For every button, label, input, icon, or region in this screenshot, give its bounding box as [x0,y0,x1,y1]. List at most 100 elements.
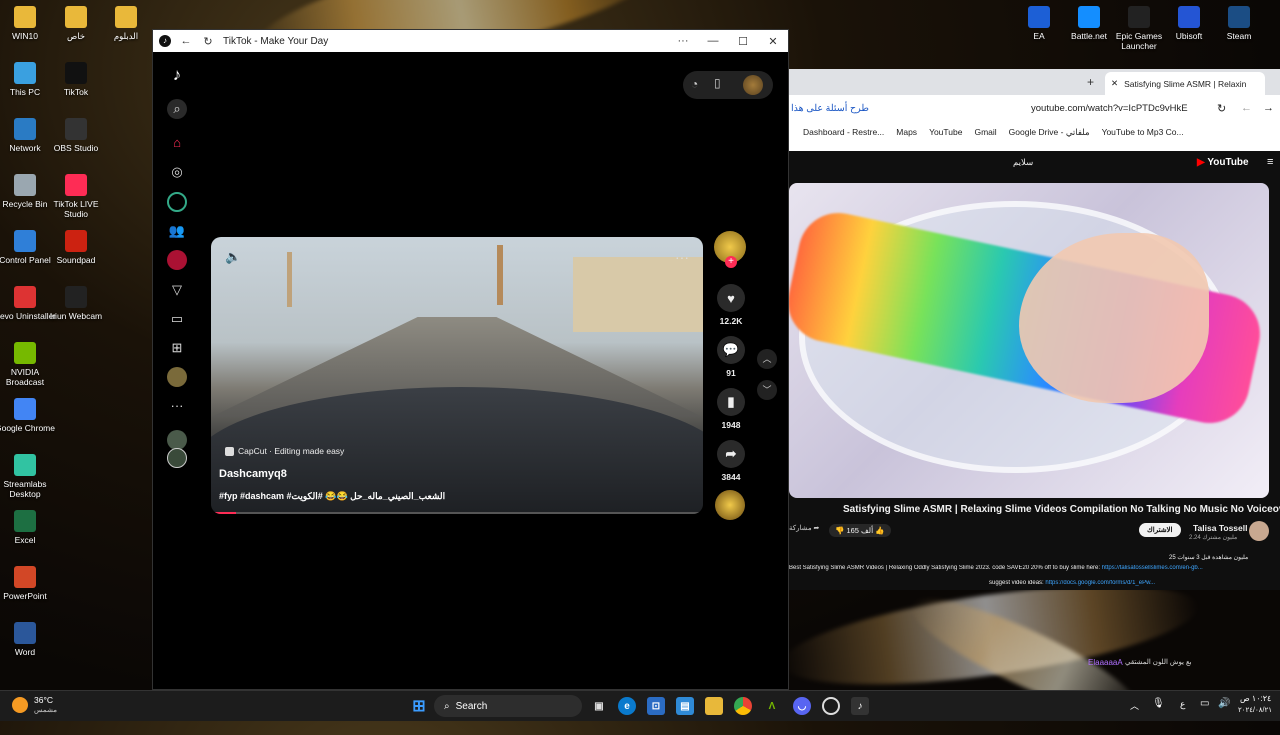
desktop-icon[interactable]: الدبلوم [92,6,160,41]
filter-icon[interactable]: ▽ [167,280,187,300]
desktop-icon[interactable]: Iriun Webcam [42,286,110,321]
task-view-icon[interactable]: ▣ [590,697,608,715]
video-author[interactable]: Dashcamyq8 [219,468,287,480]
bookmark-item[interactable]: Gmail [974,127,996,145]
language-indicator[interactable]: ع [1180,699,1185,710]
desktop-icon[interactable]: OBS Studio [42,118,110,153]
save-action[interactable]: ▮ 1948 [715,388,747,430]
active-tab[interactable]: ✕ Satisfying Slime ASMR | Relaxin [1105,72,1265,95]
file-explorer-icon[interactable] [705,697,723,715]
desktop-icon[interactable]: Google Chrome [0,398,59,433]
messages-icon[interactable]: ▭ [167,309,187,329]
bookmark-icon[interactable]: ▮ [717,388,745,416]
maximize-icon[interactable]: ☐ [728,35,758,48]
more-icon[interactable]: ··· [167,395,187,415]
youtube-logo[interactable]: ▶ YouTube [1197,157,1249,168]
compass-icon[interactable]: ◔ [691,77,698,91]
desktop-icon[interactable]: TikTok [42,62,110,97]
forward-icon[interactable]: → [1263,102,1274,114]
video-caption[interactable]: #fyp #dashcam #الشعب_الصيني_ماله_حل 😂😂 #… [219,491,445,502]
video-player[interactable]: 🔈 ··· CapCut · Editing made easy Dashcam… [211,237,703,514]
share-arrow-icon[interactable]: ➦ [814,525,820,532]
clock-time[interactable]: ١٠:٢٤ ص [1240,694,1271,703]
like-action[interactable]: ♥ 12.2K [715,284,747,326]
explore-icon[interactable]: ◎ [167,162,187,182]
tiktok-titlebar[interactable]: ♪ ← ↻ TikTok - Make Your Day ··· — ☐ ✕ [153,30,788,52]
desktop-icon[interactable]: Soundpad [42,230,110,265]
follow-plus-icon[interactable]: + [725,256,737,268]
progress-bar[interactable] [211,512,703,514]
reload-icon[interactable]: ↻ [197,35,219,48]
store-icon[interactable]: ⊡ [647,697,665,715]
tiktok-taskbar-icon[interactable]: ♪ [851,697,869,715]
prev-video-button[interactable]: ︿ [757,349,777,369]
bookmark-item[interactable]: Google Drive - ملفاتي [1009,127,1090,145]
profile-avatar-icon[interactable] [167,367,187,387]
share-button[interactable]: مشاركة ➦ [789,524,821,532]
desktop-icon[interactable]: Steam [1205,6,1273,41]
photos-icon[interactable]: ▤ [676,697,694,715]
next-video-button[interactable]: ﹀ [757,380,777,400]
bookmark-item[interactable]: Dashboard - Restre... [803,127,884,145]
description-link[interactable]: https://talisatossellslimes.com/en-gb... [1102,565,1203,571]
yt-search-text[interactable]: سلايم [1013,157,1033,168]
desktop-icon[interactable]: NVIDIA Broadcast [0,342,59,387]
bookmark-item[interactable]: YouTube to Mp3 Co... [1102,127,1184,145]
like-button[interactable]: 👎 165 ألف 👍 [829,524,891,537]
dislike-icon[interactable]: 👎 [835,526,844,535]
tiktok-window[interactable]: ♪ ← ↻ TikTok - Make Your Day ··· — ☐ ✕ ♪… [152,29,789,690]
desktop-icon[interactable]: Streamlabs Desktop [0,454,59,499]
minimize-icon[interactable]: — [698,35,728,47]
description-link[interactable]: https://docs.google.com/forms/d/1_ePw... [1045,580,1155,586]
menu-icon[interactable]: ··· [668,35,698,47]
device-icon[interactable]: ▯ [714,76,721,90]
edge-icon[interactable]: e [618,697,636,715]
chrome-window[interactable]: + ✕ Satisfying Slime ASMR | Relaxin طرح … [789,69,1280,590]
live-avatar-icon[interactable] [167,192,187,212]
video-more-button[interactable]: ··· [675,249,689,265]
network-icon[interactable]: ▭ [1200,698,1209,709]
close-tab-icon[interactable]: ✕ [1111,78,1118,89]
share-icon[interactable]: ➦ [717,440,745,468]
nvidia-icon[interactable]: Λ [763,697,781,715]
heart-icon[interactable]: ♥ [717,284,745,312]
search-icon[interactable]: ⌕ [167,99,187,119]
reload-icon[interactable]: ↻ [1217,102,1226,115]
clock-date[interactable]: ٢٠٢٤/٠٨/٢١ [1238,706,1272,714]
channel-name[interactable]: Talisa Tossell [1193,523,1248,533]
volume-icon[interactable]: 🔊 [1218,698,1230,709]
account-avatar-icon[interactable] [167,448,187,468]
upload-icon[interactable]: ⊞ [167,338,187,358]
chrome-icon[interactable] [734,697,752,715]
windows-start-icon[interactable]: ⊞ [410,697,428,715]
yt-video-thumbnail[interactable] [789,183,1269,498]
discord-icon[interactable]: ◡ [793,697,811,715]
bookmark-item[interactable]: YouTube [929,127,962,145]
share-action[interactable]: ➦ 3844 [715,440,747,482]
weather-temp[interactable]: 36°C [34,695,53,705]
back-icon[interactable]: ← [1241,102,1252,114]
weather-icon[interactable] [12,697,28,713]
close-icon[interactable]: ✕ [758,35,788,48]
obs-icon[interactable] [822,697,840,715]
url-field[interactable]: youtube.com/watch?v=IcPTDc9vHkE [1031,103,1188,114]
menu-icon[interactable]: ≡ [1267,156,1273,168]
desktop-icon[interactable]: Excel [0,510,59,545]
home-icon[interactable]: ⌂ [167,132,187,152]
user-avatar[interactable] [743,75,763,95]
tray-chevron-icon[interactable]: ︿ [1130,699,1139,712]
desktop-icon[interactable]: PowerPoint [0,566,59,601]
new-tab-icon[interactable]: + [1087,75,1094,89]
speaker-icon[interactable]: 🔈 [225,249,241,265]
friends-avatar-icon[interactable] [167,250,187,270]
desktop-icon[interactable]: Word [0,622,59,657]
mic-icon[interactable]: 🎙 [1152,698,1165,709]
comment-action[interactable]: 💬 91 [715,336,747,378]
music-disc-icon[interactable] [715,490,745,520]
back-icon[interactable]: ← [175,35,197,47]
subscribe-button[interactable]: الاشتراك [1139,523,1181,537]
account-avatar-icon[interactable] [167,430,187,450]
search-chip[interactable]: طرح أسئلة على هذا [791,103,869,114]
bookmark-item[interactable]: Maps [896,127,917,145]
comment-icon[interactable]: 💬 [717,336,745,364]
